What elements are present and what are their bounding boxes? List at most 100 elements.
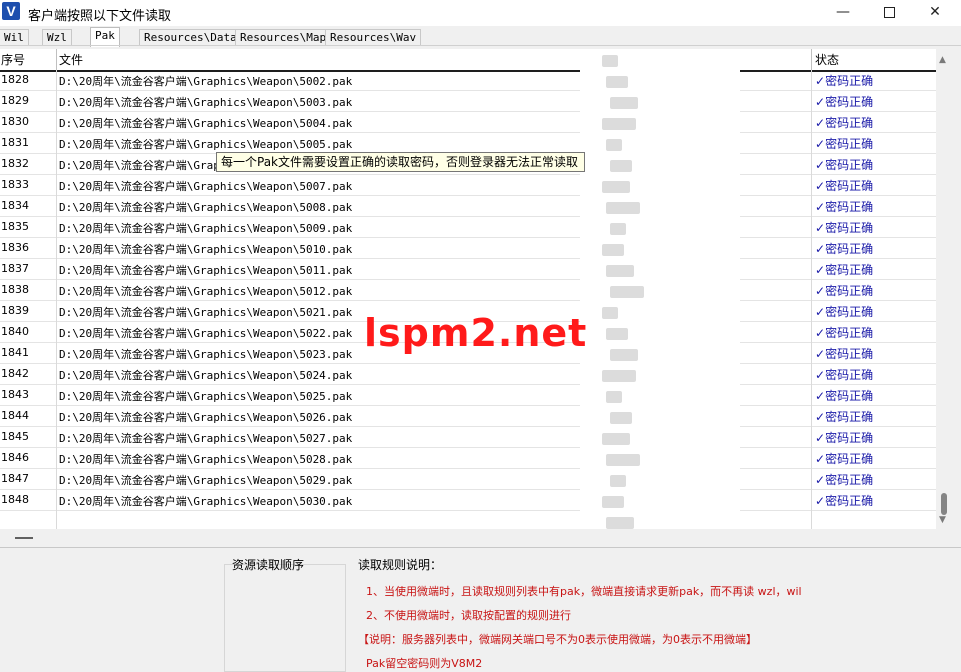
status-text: 密码正确 [825, 179, 874, 193]
row-file-path: D:\20周年\流金谷客户端\Graphics\Weapon\5027.pak [59, 432, 353, 445]
row-status: ✓密码正确 [815, 282, 873, 299]
status-text: 密码正确 [825, 452, 874, 466]
row-status: ✓密码正确 [815, 450, 873, 467]
row-file-path: D:\20周年\流金谷客户端\Graphics\Weapon\5029.pak [59, 474, 353, 487]
row-status: ✓密码正确 [815, 324, 873, 341]
table-row[interactable]: 1836 D:\20周年\流金谷客户端\Graphics\Weapon\5010.… [0, 238, 936, 259]
row-file-path: D:\20周年\流金谷客户端\Graphics\Weapon\5004.pak [59, 117, 353, 130]
row-file-path: D:\20周年\流金谷客户端\Graphics\Weapon\5012.pak [59, 285, 353, 298]
tab-strip: Wil Wzl Pak Resources\Data Resources\Map… [0, 27, 961, 47]
check-icon: ✓ [815, 389, 826, 403]
row-status: ✓密码正确 [815, 387, 873, 404]
row-status: ✓密码正确 [815, 72, 873, 89]
tab-wil[interactable]: Wil [0, 29, 29, 46]
horizontal-scrollbar[interactable] [0, 529, 961, 547]
table-row[interactable]: 1848 D:\20周年\流金谷客户端\Graphics\Weapon\5030.… [0, 490, 936, 511]
row-id: 1841 [1, 346, 29, 359]
table-row[interactable]: 1828 D:\20周年\流金谷客户端\Graphics\Weapon\5002.… [0, 70, 936, 91]
table-row[interactable]: 1842 D:\20周年\流金谷客户端\Graphics\Weapon\5024.… [0, 364, 936, 385]
header-id[interactable]: 序号 [1, 51, 25, 68]
header-divider[interactable] [811, 49, 812, 70]
row-file-path: D:\20周年\流金谷客户端\Graphics\Weapon\5026.pak [59, 411, 353, 424]
check-icon: ✓ [815, 473, 826, 487]
table-row[interactable]: 1843 D:\20周年\流金谷客户端\Graphics\Weapon\5025.… [0, 385, 936, 406]
title-bar: V 客户端按照以下文件读取 — ✕ [0, 0, 961, 26]
row-status: ✓密码正确 [815, 303, 873, 320]
row-status: ✓密码正确 [815, 240, 873, 257]
row-id: 1828 [1, 73, 29, 86]
watermark-text: lspm2.net [364, 311, 588, 355]
check-icon: ✓ [815, 200, 826, 214]
check-icon: ✓ [815, 284, 826, 298]
tab-resources-data[interactable]: Resources\Data [139, 29, 242, 46]
table-row[interactable]: 1830 D:\20周年\流金谷客户端\Graphics\Weapon\5004.… [0, 112, 936, 133]
status-text: 密码正确 [825, 431, 874, 445]
row-id: 1844 [1, 409, 29, 422]
file-table: 序号 文件 状态 1828 D:\20周年\流金谷客户端\Graphics\Wea… [0, 49, 936, 529]
rule-line: Pak留空密码则为V8M2 [366, 657, 483, 670]
row-status: ✓密码正确 [815, 135, 873, 152]
status-text: 密码正确 [825, 263, 874, 277]
status-text: 密码正确 [825, 137, 874, 151]
blurred-cell [610, 160, 632, 172]
row-id: 1848 [1, 493, 29, 506]
scroll-thumb[interactable] [941, 493, 947, 515]
check-icon: ✓ [815, 326, 826, 340]
column-divider [811, 70, 812, 529]
scroll-thumb[interactable] [15, 537, 33, 539]
blurred-cell [606, 76, 628, 88]
table-row[interactable]: 1835 D:\20周年\流金谷客户端\Graphics\Weapon\5009.… [0, 217, 936, 238]
row-file-path: D:\20周年\流金谷客户端\Graphics\Weapon\5021.pak [59, 306, 353, 319]
table-row[interactable]: 1845 D:\20周年\流金谷客户端\Graphics\Weapon\5027.… [0, 427, 936, 448]
status-text: 密码正确 [825, 74, 874, 88]
table-row[interactable]: 1829 D:\20周年\流金谷客户端\Graphics\Weapon\5003.… [0, 91, 936, 112]
row-id: 1829 [1, 94, 29, 107]
maximize-button[interactable] [866, 0, 912, 26]
vertical-scrollbar[interactable]: ▲ ▼ [936, 49, 953, 529]
status-text: 密码正确 [825, 305, 874, 319]
tab-resources-wav[interactable]: Resources\Wav [325, 29, 422, 46]
header-file[interactable]: 文件 [59, 51, 83, 68]
status-text: 密码正确 [825, 494, 874, 508]
header-status[interactable]: 状态 [815, 51, 839, 68]
check-icon: ✓ [815, 179, 826, 193]
table-row[interactable]: 1831 D:\20周年\流金谷客户端\Graphics\Weapon\5005.… [0, 133, 936, 154]
close-button[interactable]: ✕ [912, 0, 958, 26]
blurred-cell [610, 223, 626, 235]
rules-title: 读取规则说明： [358, 558, 443, 572]
status-text: 密码正确 [825, 200, 874, 214]
header-divider[interactable] [56, 49, 57, 70]
row-status: ✓密码正确 [815, 492, 873, 509]
status-text: 密码正确 [825, 347, 874, 361]
minimize-button[interactable]: — [820, 0, 866, 26]
tab-wzl[interactable]: Wzl [42, 29, 72, 46]
blurred-cell [606, 517, 634, 529]
table-row[interactable]: 1833 D:\20周年\流金谷客户端\Graphics\Weapon\5007.… [0, 175, 936, 196]
tab-pak[interactable]: Pak [90, 27, 120, 47]
row-id: 1839 [1, 304, 29, 317]
rule-line: 2、不使用微端时，读取按配置的规则进行 [366, 609, 571, 622]
blurred-cell [606, 139, 622, 151]
table-row[interactable]: 1847 D:\20周年\流金谷客户端\Graphics\Weapon\5029.… [0, 469, 936, 490]
table-row[interactable]: 1844 D:\20周年\流金谷客户端\Graphics\Weapon\5026.… [0, 406, 936, 427]
row-file-path: D:\20周年\流金谷客户端\Graphics\Weapon\5005.pak [59, 138, 353, 151]
scroll-down-icon[interactable]: ▼ [939, 515, 946, 525]
check-icon: ✓ [815, 410, 826, 424]
bottom-pane: 资源读取顺序 读取规则说明： 1、当使用微端时，且读取规则列表中有pak，微端直… [0, 547, 961, 672]
blurred-cell [602, 181, 630, 193]
blurred-cell [606, 391, 622, 403]
row-status: ✓密码正确 [815, 93, 873, 110]
row-file-path: D:\20周年\流金谷客户端\Graphics\Weapon\5011.pak [59, 264, 353, 277]
table-row[interactable]: 1838 D:\20周年\流金谷客户端\Graphics\Weapon\5012.… [0, 280, 936, 301]
row-id: 1840 [1, 325, 29, 338]
table-row[interactable]: 1837 D:\20周年\流金谷客户端\Graphics\Weapon\5011.… [0, 259, 936, 280]
tab-resources-map[interactable]: Resources\Map [235, 29, 332, 46]
resource-order-list[interactable] [224, 564, 346, 672]
table-row[interactable]: 1834 D:\20周年\流金谷客户端\Graphics\Weapon\5008.… [0, 196, 936, 217]
table-row[interactable]: 1846 D:\20周年\流金谷客户端\Graphics\Weapon\5028.… [0, 448, 936, 469]
status-text: 密码正确 [825, 284, 874, 298]
row-status: ✓密码正确 [815, 177, 873, 194]
column-divider [56, 70, 57, 529]
scroll-up-icon[interactable]: ▲ [939, 55, 946, 65]
check-icon: ✓ [815, 221, 826, 235]
